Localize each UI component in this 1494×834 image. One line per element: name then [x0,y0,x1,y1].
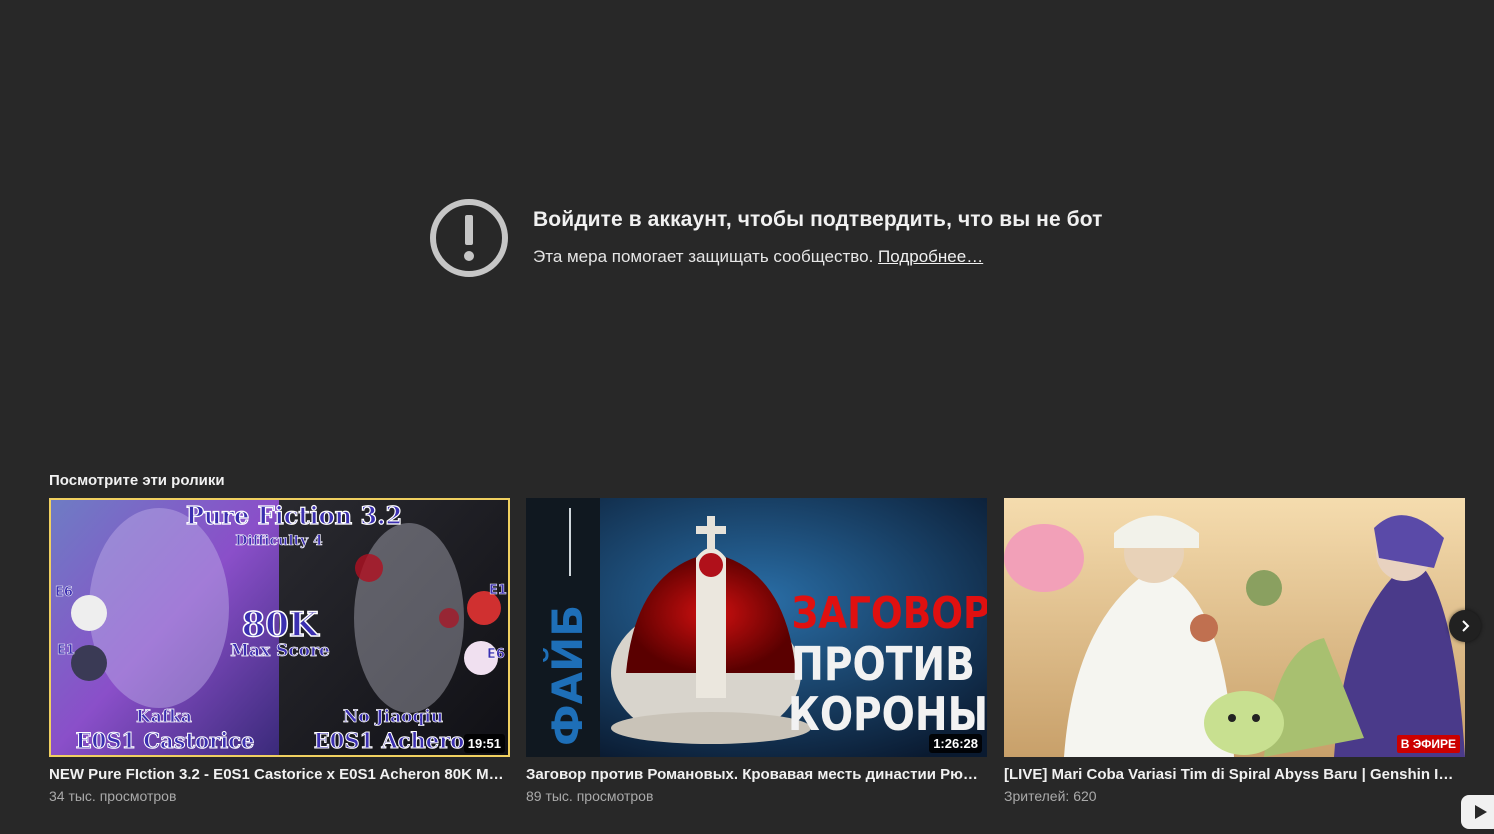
duration-badge: 1:26:28 [929,734,982,753]
notice-subtitle-text: Эта мера помогает защищать сообщество. [533,247,874,266]
video-thumbnail[interactable]: В ЭФИРЕ [1004,498,1465,757]
thumb-tag: E1 [57,643,75,658]
video-views: 89 тыс. просмотров [526,788,654,804]
video-title[interactable]: [LIVE] Mari Coba Variasi Tim di Spiral A… [1004,766,1465,783]
section-title: Посмотрите эти ролики [49,472,225,489]
video-card[interactable]: В ЭФИРЕ [LIVE] Mari Coba Variasi Tim di … [1004,498,1465,804]
thumb-left-small: Kafka [136,707,192,727]
thumb-right-big: E0S1 Achero [314,728,465,753]
video-title[interactable]: Заговор против Романовых. Кровавая месть… [526,766,987,783]
thumb-tag: E1 [489,583,507,598]
thumb-left-big: E0S1 Castorice [76,728,255,753]
video-card[interactable]: Pure Fiction 3.2 Difficulty 4 80K Max Sc… [49,498,510,804]
thumbnail-image [1004,498,1465,757]
duration-badge: 19:51 [463,734,505,753]
thumb-right-small: No Jiaoqiu [343,707,443,727]
thumb-tag: E6 [487,647,505,662]
thumb-score-label: Max Score [230,641,330,661]
video-thumbnail[interactable]: Pure Fiction 3.2 Difficulty 4 80K Max Sc… [49,498,510,757]
notice-title: Войдите в аккаунт, чтобы подтвердить, чт… [533,208,1103,231]
video-title[interactable]: NEW Pure FIction 3.2 - E0S1 Castorice x … [49,766,510,783]
chevron-right-icon [1462,620,1470,632]
thumbnail-image: ФАЙБ ЗАГОВОР ПРОТИВ КОРОНЫ [526,498,987,757]
thumb-subtitle-text: Difficulty 4 [235,533,323,549]
thumb-tag: E6 [55,585,73,600]
thumb-side-text: ФАЙБ [542,605,592,746]
alert-circle-icon [428,197,510,279]
thumb-headline-2: ПРОТИВ [791,638,975,692]
thumbnail-image: Pure Fiction 3.2 Difficulty 4 80K Max Sc… [49,498,510,757]
video-viewers: Зрителей: 620 [1004,788,1097,804]
verification-notice: Войдите в аккаунт, чтобы подтвердить, чт… [428,197,1103,279]
thumb-headline-1: ЗАГОВОР [792,587,987,639]
learn-more-link[interactable]: Подробнее… [878,247,983,266]
notice-subtitle: Эта мера помогает защищать сообщество. П… [533,247,1103,267]
thumb-score-text: 80K [242,605,320,645]
next-arrow-button[interactable] [1449,610,1481,642]
video-views: 34 тыс. просмотров [49,788,177,804]
video-thumbnail[interactable]: ФАЙБ ЗАГОВОР ПРОТИВ КОРОНЫ 1:26:28 [526,498,987,757]
video-card[interactable]: ФАЙБ ЗАГОВОР ПРОТИВ КОРОНЫ 1:26:28 Загов… [526,498,987,804]
live-badge: В ЭФИРЕ [1396,735,1460,753]
thumb-title-text: Pure Fiction 3.2 [186,501,402,530]
youtube-logo-icon[interactable] [1461,795,1494,829]
